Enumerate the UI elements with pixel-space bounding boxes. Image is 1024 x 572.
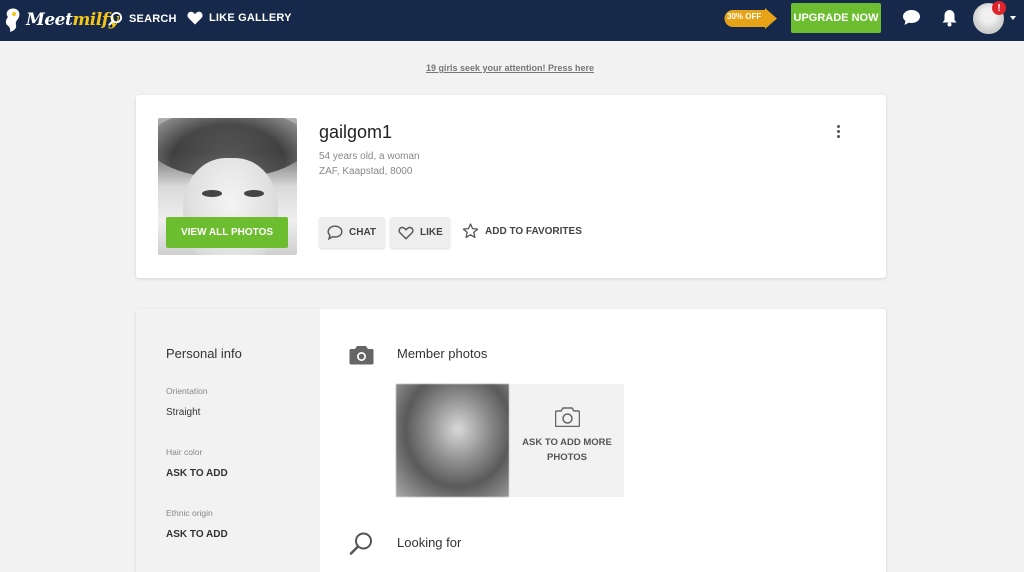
- profile-card: VIEW ALL PHOTOS gailgom1 54 years old, a…: [136, 95, 886, 278]
- like-button-label: LIKE: [420, 227, 443, 238]
- logo-text-left: Meet: [26, 10, 73, 30]
- orientation-label: Orientation: [166, 386, 208, 396]
- discount-text: 30% OFF: [727, 12, 762, 21]
- heart-icon: [187, 11, 203, 25]
- chevron-down-icon[interactable]: [1010, 16, 1016, 20]
- logo-silhouette-icon: [5, 8, 20, 33]
- camera-outline-icon: [554, 407, 580, 427]
- notification-badge: !: [992, 1, 1006, 15]
- member-photos-title: Member photos: [397, 346, 488, 361]
- top-navigation-bar: Meetmilfy SEARCH LIKE GALLERY 30% OFF UP…: [0, 0, 1024, 41]
- add-to-favorites-button[interactable]: ADD TO FAVORITES: [462, 223, 582, 239]
- profile-details-card: Personal info Orientation Straight Hair …: [136, 309, 886, 572]
- ask-more-photos-label: ASK TO ADD MORE PHOTOS: [522, 437, 612, 463]
- nav-search-label: SEARCH: [129, 12, 177, 25]
- profile-photo[interactable]: VIEW ALL PHOTOS: [158, 118, 297, 255]
- hair-color-value[interactable]: ASK TO ADD: [166, 468, 228, 479]
- personal-info-title: Personal info: [166, 346, 242, 361]
- chat-bubble-icon[interactable]: [902, 9, 921, 26]
- camera-icon: [349, 346, 374, 365]
- photo-eye-left: [202, 190, 222, 197]
- search-icon: [349, 532, 372, 555]
- nav-like-gallery-label: LIKE GALLERY: [209, 12, 292, 24]
- site-logo[interactable]: Meetmilfy: [4, 6, 118, 34]
- member-photo-thumbnail[interactable]: [396, 384, 509, 497]
- ethnic-origin-label: Ethnic origin: [166, 508, 213, 518]
- logo-text: Meetmilfy: [26, 10, 118, 30]
- discount-badge[interactable]: 30% OFF: [723, 8, 778, 29]
- heart-outline-icon: [398, 226, 414, 240]
- ethnic-origin-value[interactable]: ASK TO ADD: [166, 529, 228, 540]
- search-icon: [108, 11, 123, 26]
- attention-notice-link[interactable]: 19 girls seek your attention! Press here: [0, 63, 1020, 73]
- hair-color-label: Hair color: [166, 447, 203, 457]
- star-outline-icon: [462, 223, 479, 239]
- photo-eye-right: [244, 190, 264, 197]
- upgrade-now-button[interactable]: UPGRADE NOW: [791, 3, 881, 33]
- view-all-photos-button[interactable]: VIEW ALL PHOTOS: [166, 217, 288, 248]
- looking-for-title: Looking for: [397, 535, 462, 550]
- nav-search[interactable]: SEARCH: [108, 11, 177, 26]
- profile-username: gailgom1: [319, 122, 393, 142]
- chat-bubble-outline-icon: [327, 225, 343, 240]
- bell-icon[interactable]: [941, 9, 958, 27]
- add-to-favorites-label: ADD TO FAVORITES: [485, 225, 582, 237]
- profile-location: ZAF, Kaapstad, 8000: [319, 166, 413, 177]
- more-options-icon[interactable]: [836, 125, 842, 141]
- personal-info-panel: Personal info Orientation Straight Hair …: [136, 309, 320, 572]
- like-button[interactable]: LIKE: [390, 217, 450, 248]
- profile-age-gender: 54 years old, a woman: [319, 151, 420, 162]
- orientation-value: Straight: [166, 407, 201, 418]
- ask-to-add-more-photos-button[interactable]: ASK TO ADD MORE PHOTOS: [510, 384, 624, 497]
- chat-button[interactable]: CHAT: [319, 217, 385, 248]
- nav-like-gallery[interactable]: LIKE GALLERY: [187, 11, 292, 25]
- chat-button-label: CHAT: [349, 227, 377, 238]
